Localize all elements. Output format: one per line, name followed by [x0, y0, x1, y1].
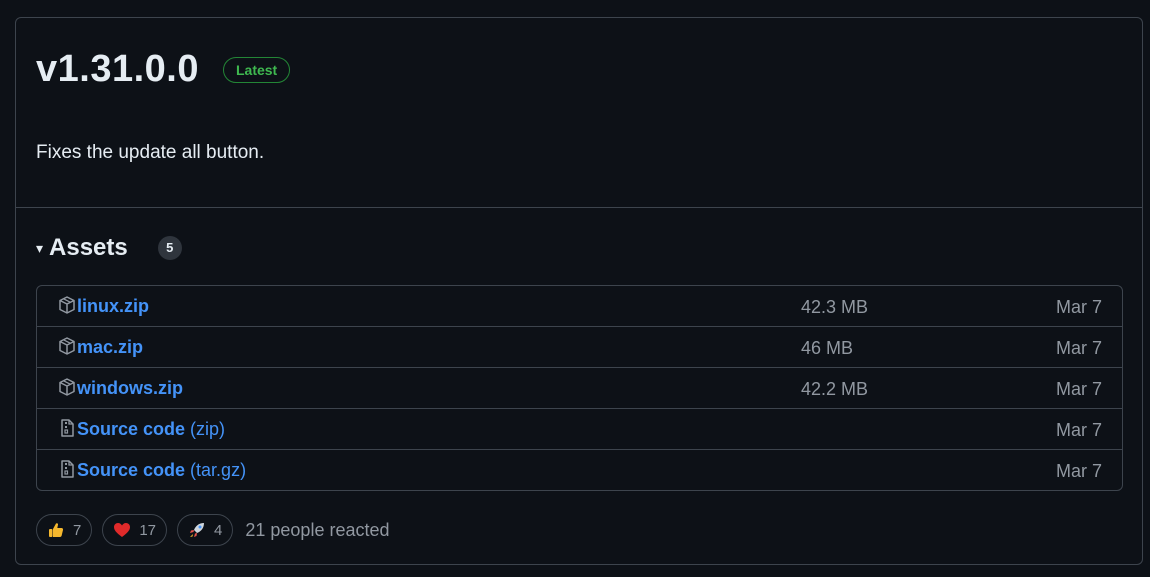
reaction-heart-button[interactable]: 17 [102, 514, 168, 546]
asset-date: Mar 7 [1055, 420, 1102, 440]
thumbs-up-icon [49, 523, 64, 537]
asset-row: Source code (zip) Mar 7 [37, 408, 1122, 449]
asset-row: mac.zip 46 MB Mar 7 [37, 326, 1122, 367]
asset-date: Mar 7 [1055, 461, 1102, 481]
reactions-bar: 7 17 4 21 people reacted [36, 514, 390, 546]
file-zip-icon [61, 460, 74, 478]
divider [16, 207, 1142, 208]
release-card: v1.31.0.0 Latest Fixes the update all bu… [15, 17, 1143, 565]
release-header: v1.31.0.0 Latest [36, 48, 291, 91]
asset-size: 42.3 MB [801, 297, 869, 317]
assets-toggle[interactable]: ▾ Assets 5 [36, 234, 182, 262]
heart-icon [114, 523, 131, 537]
asset-date: Mar 7 [1055, 297, 1102, 317]
caret-down-icon: ▾ [36, 239, 44, 256]
reaction-thumbs-up-button[interactable]: 7 [36, 514, 93, 546]
reaction-count: 17 [139, 521, 157, 539]
asset-link-source-code-targz[interactable]: Source code (tar.gz) [77, 460, 246, 481]
reaction-summary: 21 people reacted [245, 519, 390, 540]
asset-link-source-code-zip[interactable]: Source code (zip) [77, 419, 225, 440]
file-zip-icon [61, 419, 74, 437]
release-notes: Fixes the update all button. [36, 142, 265, 163]
reaction-rocket-button[interactable]: 4 [177, 514, 234, 546]
asset-date: Mar 7 [1055, 338, 1102, 358]
reaction-count: 7 [73, 521, 82, 539]
latest-badge: Latest [222, 56, 291, 83]
asset-row: linux.zip 42.3 MB Mar 7 [37, 286, 1122, 326]
asset-link-windows-zip[interactable]: windows.zip [77, 378, 183, 399]
assets-title: Assets [49, 234, 128, 261]
asset-row: windows.zip 42.2 MB Mar 7 [37, 367, 1122, 408]
assets-list: linux.zip 42.3 MB Mar 7 mac.zip 46 MB Ma… [36, 285, 1123, 491]
asset-link-linux-zip[interactable]: linux.zip [77, 296, 149, 317]
rocket-icon [190, 523, 205, 537]
release-title[interactable]: v1.31.0.0 [36, 48, 199, 91]
package-icon [59, 296, 75, 314]
asset-row: Source code (tar.gz) Mar 7 [37, 449, 1122, 490]
asset-size: 46 MB [801, 338, 854, 358]
asset-link-mac-zip[interactable]: mac.zip [77, 337, 143, 358]
package-icon [59, 378, 75, 396]
asset-size: 42.2 MB [801, 379, 869, 399]
assets-count-badge: 5 [157, 236, 182, 260]
reaction-count: 4 [214, 521, 223, 539]
asset-date: Mar 7 [1055, 379, 1102, 399]
package-icon [59, 337, 75, 355]
